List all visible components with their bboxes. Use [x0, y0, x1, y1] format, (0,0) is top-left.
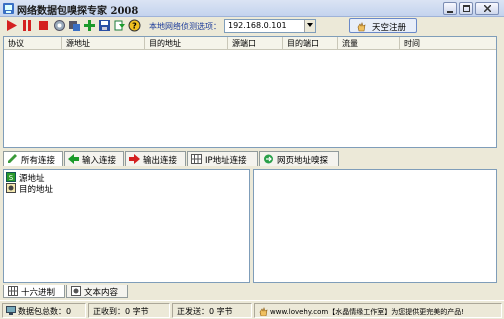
maximize-icon	[463, 5, 470, 12]
document-icon	[71, 286, 81, 296]
dropdown-arrow[interactable]	[304, 20, 315, 32]
minimize-button[interactable]	[443, 2, 457, 15]
maximize-button[interactable]	[459, 2, 473, 15]
globe-icon	[264, 154, 273, 164]
toolbar: ? 本地网络侦测选项： 192.168.0.101 天空注册	[0, 18, 504, 35]
tab-label: 输出连接	[143, 156, 178, 166]
received-bytes: 正收到：0 字节	[93, 307, 149, 316]
packet-tree-pane[interactable]: S 源地址 目的地址	[3, 169, 250, 283]
title-bar: 网络数据包嗅探专家 2008	[0, 0, 504, 17]
tab-hex[interactable]: 十六进制	[3, 285, 65, 298]
add-icon[interactable]	[83, 19, 96, 32]
dest-node-icon	[6, 183, 16, 193]
tab-label: 网页地址嗅探	[277, 156, 329, 166]
website-link[interactable]: www.lovehy.com【水晶情缘工作室】为您提供更完美的产品!	[270, 307, 464, 317]
connection-tabs: 所有连接 输入连接 输出连接 IP地址连接 网页地址嗅探	[3, 151, 497, 167]
sent-bytes: 正发送：0 字节	[177, 307, 233, 316]
tab-outbound-connections[interactable]: 输出连接	[125, 151, 186, 166]
grid-icon	[8, 286, 18, 296]
source-node-icon: S	[6, 172, 16, 182]
tree-node-label: 目的地址	[19, 185, 54, 195]
tab-label: 所有连接	[21, 156, 56, 166]
column-header-time[interactable]: 时间	[400, 37, 496, 50]
column-header-protocol[interactable]: 协议	[4, 37, 62, 50]
tab-label: 输入连接	[82, 156, 117, 166]
local-network-label: 本地网络侦测选项：	[149, 22, 221, 31]
tab-text[interactable]: 文本内容	[66, 285, 128, 298]
app-icon	[3, 3, 14, 14]
close-icon	[484, 5, 491, 12]
grid-icon	[191, 154, 202, 164]
settings-icon[interactable]	[53, 19, 66, 32]
tab-url-sniffing[interactable]: 网页地址嗅探	[259, 151, 339, 166]
column-header-traffic[interactable]: 流量	[338, 37, 400, 50]
computer-icon	[6, 306, 16, 315]
svg-text:?: ?	[132, 22, 137, 31]
tab-label: 文本内容	[84, 288, 119, 298]
window-title: 网络数据包嗅探专家 2008	[17, 6, 139, 17]
network-adapter-value: 192.168.0.101	[228, 21, 287, 30]
packet-data-pane[interactable]	[253, 169, 497, 283]
minimize-icon	[447, 11, 453, 13]
view-mode-tabs: 十六进制 文本内容	[3, 285, 303, 299]
network-adapter-select[interactable]: 192.168.0.101	[224, 19, 316, 33]
pause-icon[interactable]	[21, 19, 34, 32]
column-header-dest-port[interactable]: 目的端口	[283, 37, 338, 50]
column-header-source-port[interactable]: 源端口	[228, 37, 283, 50]
tab-ip-connections[interactable]: IP地址连接	[187, 151, 258, 166]
status-sent: 正发送：0 字节	[172, 303, 252, 318]
pencil-icon	[8, 154, 17, 163]
close-button[interactable]	[475, 2, 499, 15]
packet-count: 数据包总数：0	[18, 307, 72, 316]
column-header-source[interactable]: 源地址	[62, 37, 145, 50]
start-icon[interactable]	[5, 19, 18, 32]
tab-label: IP地址连接	[205, 156, 247, 166]
export-icon[interactable]	[113, 19, 126, 32]
tree-node-destination[interactable]: 目的地址	[6, 183, 86, 195]
hand-icon	[357, 22, 366, 32]
svg-text:S: S	[9, 174, 14, 182]
tree-node-source[interactable]: S 源地址	[6, 172, 86, 184]
tab-label: 十六进制	[21, 288, 56, 298]
arrow-left-icon	[68, 154, 79, 164]
arrow-right-icon	[129, 154, 140, 164]
tab-inbound-connections[interactable]: 输入连接	[64, 151, 124, 166]
help-icon[interactable]: ?	[128, 19, 141, 32]
chevron-down-icon	[307, 23, 313, 27]
column-header-destination[interactable]: 目的地址	[145, 37, 228, 50]
status-website[interactable]: www.lovehy.com【水晶情缘工作室】为您提供更完美的产品!	[254, 303, 502, 318]
save-icon[interactable]	[98, 19, 111, 32]
table-header: 协议 源地址 目的地址 源端口 目的端口 流量 时间	[4, 37, 496, 50]
register-label: 天空注册	[372, 23, 407, 33]
register-button[interactable]: 天空注册	[349, 18, 417, 33]
hand-icon	[259, 307, 268, 316]
status-received: 正收到：0 字节	[88, 303, 170, 318]
filter-icon[interactable]	[68, 19, 81, 32]
tab-all-connections[interactable]: 所有连接	[3, 151, 63, 166]
stop-icon[interactable]	[37, 19, 50, 32]
connections-table[interactable]: 协议 源地址 目的地址 源端口 目的端口 流量 时间	[3, 36, 497, 148]
status-packets: 数据包总数：0	[2, 303, 86, 318]
status-bar: 数据包总数：0 正收到：0 字节 正发送：0 字节 www.lovehy.com…	[0, 300, 504, 319]
